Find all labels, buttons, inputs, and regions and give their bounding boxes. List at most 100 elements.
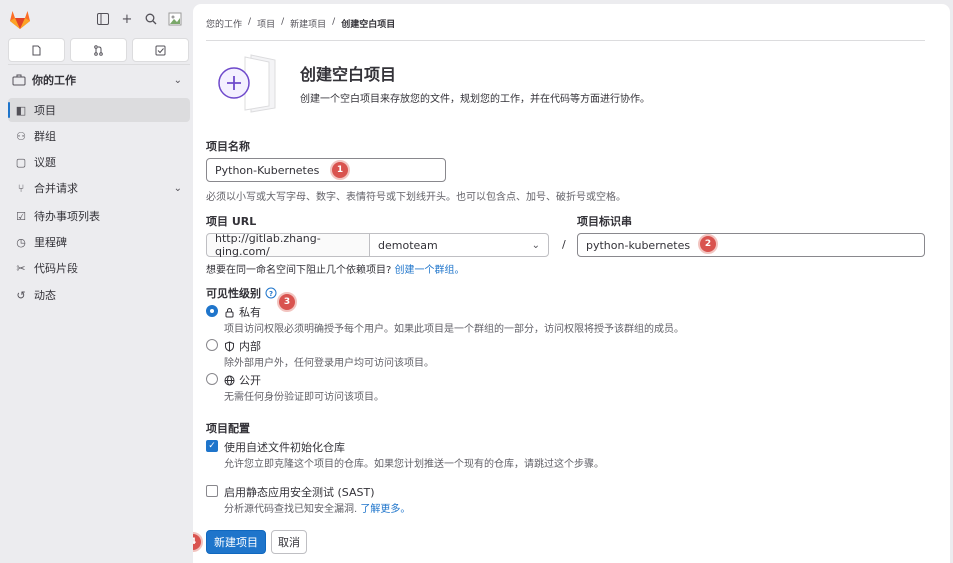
todos-quick-button[interactable] (132, 38, 189, 62)
step-badge-1: 1 (330, 160, 350, 180)
breadcrumb-separator: / (248, 17, 252, 27)
visibility-private-desc: 项目访问权限必须明确授予每个用户。如果此项目是一个群组的一部分，访问权限将授予该… (224, 324, 684, 335)
project-url-prefix-text: http://gitlab.zhang-qing.com/ (215, 232, 321, 258)
visibility-option-label: 公开 (239, 374, 261, 387)
visibility-internal-radio[interactable] (206, 339, 218, 351)
sidebar-item-label: 动态 (34, 289, 56, 302)
main-content: 您的工作 / 项目 / 新建项目 / 创建空白项目 创建空白项目 创建一个空白项… (193, 4, 950, 563)
sidebar-item-label: 合并请求 (34, 182, 78, 195)
sidebar-separator (8, 64, 190, 65)
group-hint: 想要在同一命名空间下阻止几个依赖项目? 创建一个群组。 (206, 261, 465, 276)
project-name-value: Python-Kubernetes (215, 163, 320, 177)
visibility-public-radio[interactable] (206, 373, 218, 385)
sast-checkbox[interactable] (206, 485, 218, 497)
project-url-prefix: http://gitlab.zhang-qing.com/ (206, 232, 370, 258)
issues-icon: ▢ (15, 155, 27, 169)
sidebar-section-label: 你的工作 (32, 74, 76, 87)
project-name-help: 必须以小写或大写字母、数字、表情符号或下划线开头。也可以包含点、加号、破折号或空… (206, 192, 626, 203)
globe-icon (224, 375, 235, 385)
sast-label[interactable]: 启用静态应用安全测试 (SAST) (224, 484, 375, 500)
merge-requests-quick-button[interactable] (70, 38, 127, 62)
avatar[interactable] (167, 11, 183, 27)
breadcrumb-item[interactable]: 项目 (257, 17, 275, 30)
sidebar-item-activity[interactable]: ↺ 动态 (8, 283, 190, 307)
url-slash: / (562, 238, 566, 251)
sidebar-item-projects[interactable]: ◧ 项目 (8, 98, 190, 122)
lock-icon (225, 307, 234, 317)
step-badge-2: 2 (698, 234, 718, 254)
visibility-private-label[interactable]: 私有 (224, 304, 261, 320)
divider (206, 40, 925, 41)
blank-project-illustration (218, 54, 276, 113)
visibility-internal-desc: 除外部用户外，任何登录用户均可访问该项目。 (224, 358, 434, 369)
visibility-internal-label[interactable]: 内部 (224, 338, 261, 354)
chevron-down-icon: ⌄ (531, 239, 540, 251)
cancel-button[interactable]: 取消 (271, 530, 307, 554)
visibility-private-radio[interactable] (206, 305, 218, 317)
todo-icon: ☑ (16, 209, 26, 223)
visibility-option-label: 私有 (239, 306, 261, 319)
readme-desc: 允许您立即克隆这个项目的仓库。如果您计划推送一个现有的仓库，请跳过这个步骤。 (224, 459, 604, 470)
project-icon: ◧ (15, 103, 27, 117)
project-name-label: 项目名称 (206, 140, 250, 153)
sast-desc: 分析源代码查找已知安全漏洞. 了解更多。 (224, 500, 410, 515)
sidebar-item-label: 待办事项列表 (34, 210, 100, 223)
issues-quick-button[interactable] (8, 38, 65, 62)
project-url-label: 项目 URL (206, 215, 257, 228)
shield-icon (225, 340, 234, 352)
sidebar-item-label: 代码片段 (34, 262, 78, 275)
sidebar-section-your-work[interactable]: 你的工作 ⌄ (8, 68, 190, 92)
page-subtitle: 创建一个空白项目来存放您的文件，规划您的工作，并在代码等方面进行协作。 (300, 94, 650, 105)
step-badge-3: 3 (277, 292, 297, 312)
sidebar-item-groups[interactable]: ⚇ 群组 (8, 124, 190, 148)
create-group-link[interactable]: 创建一个群组。 (395, 265, 465, 276)
milestone-icon: ◷ (16, 235, 26, 249)
gitlab-logo[interactable] (8, 8, 32, 30)
project-slug-label: 项目标识串 (577, 215, 632, 228)
readme-checkbox[interactable]: ✓ (206, 440, 218, 452)
breadcrumb: 您的工作 / 项目 / 新建项目 / 创建空白项目 (206, 17, 395, 30)
sidebar-item-snippets[interactable]: ✂ 代码片段 (8, 256, 190, 280)
sidebar-item-label: 群组 (34, 130, 56, 143)
visibility-label: 可见性级别 ? (206, 285, 277, 301)
question-icon[interactable]: ? (265, 287, 277, 299)
chevron-down-icon: ⌄ (173, 74, 182, 86)
sidebar-item-todos[interactable]: ☑ 待办事项列表 (8, 204, 190, 228)
breadcrumb-item[interactable]: 您的工作 (206, 17, 242, 30)
page-title: 创建空白项目 (300, 65, 397, 84)
sidebar-item-milestones[interactable]: ◷ 里程碑 (8, 230, 190, 254)
sast-desc-text: 分析源代码查找已知安全漏洞. (224, 504, 358, 515)
project-slug-value: python-kubernetes (586, 238, 691, 252)
learn-more-link[interactable]: 了解更多。 (360, 504, 410, 515)
search-icon[interactable] (143, 11, 159, 27)
sidebar-item-issues[interactable]: ▢ 议题 (8, 150, 190, 174)
readme-label[interactable]: 使用自述文件初始化仓库 (224, 439, 345, 455)
snippet-icon: ✂ (16, 261, 26, 275)
sidebar-item-label: 里程碑 (34, 236, 67, 249)
project-slug-input[interactable]: python-kubernetes (577, 233, 925, 257)
group-hint-text: 想要在同一命名空间下阻止几个依赖项目? (206, 265, 392, 276)
sidebar-item-label: 议题 (34, 156, 56, 169)
breadcrumb-item[interactable]: 新建项目 (290, 17, 326, 30)
sidebar-toggle-icon[interactable] (95, 11, 111, 27)
visibility-public-desc: 无需任何身份验证即可访问该项目。 (224, 392, 384, 403)
project-name-input[interactable]: Python-Kubernetes (206, 158, 446, 182)
plus-icon[interactable]: + (119, 11, 135, 27)
visibility-label-text: 可见性级别 (206, 287, 261, 300)
merge-request-icon: ⑂ (17, 181, 25, 195)
merge-request-icon (94, 44, 103, 56)
create-project-button[interactable]: 新建项目 (206, 530, 266, 554)
breadcrumb-separator: / (332, 17, 336, 27)
visibility-public-label[interactable]: 公开 (224, 372, 261, 388)
breadcrumb-current[interactable]: 创建空白项目 (341, 17, 395, 30)
chevron-down-icon: ⌄ (173, 182, 182, 194)
breadcrumb-separator: / (281, 17, 285, 27)
app-frame: + 你的工作 ⌄ ◧ 项目 ⚇ 群组 ▢ 议题 ⑂ 合并请求 ⌄ ☑ 待办事项列… (0, 0, 953, 563)
sidebar-item-label: 项目 (34, 104, 56, 117)
sidebar: + 你的工作 ⌄ ◧ 项目 ⚇ 群组 ▢ 议题 ⑂ 合并请求 ⌄ ☑ 待办事项列… (0, 0, 193, 563)
project-config-label: 项目配置 (206, 422, 250, 435)
namespace-select[interactable]: demoteam ⌄ (369, 233, 549, 257)
issues-icon (32, 45, 41, 55)
visibility-option-label: 内部 (239, 340, 261, 353)
sidebar-item-merge-requests[interactable]: ⑂ 合并请求 ⌄ (8, 176, 190, 200)
